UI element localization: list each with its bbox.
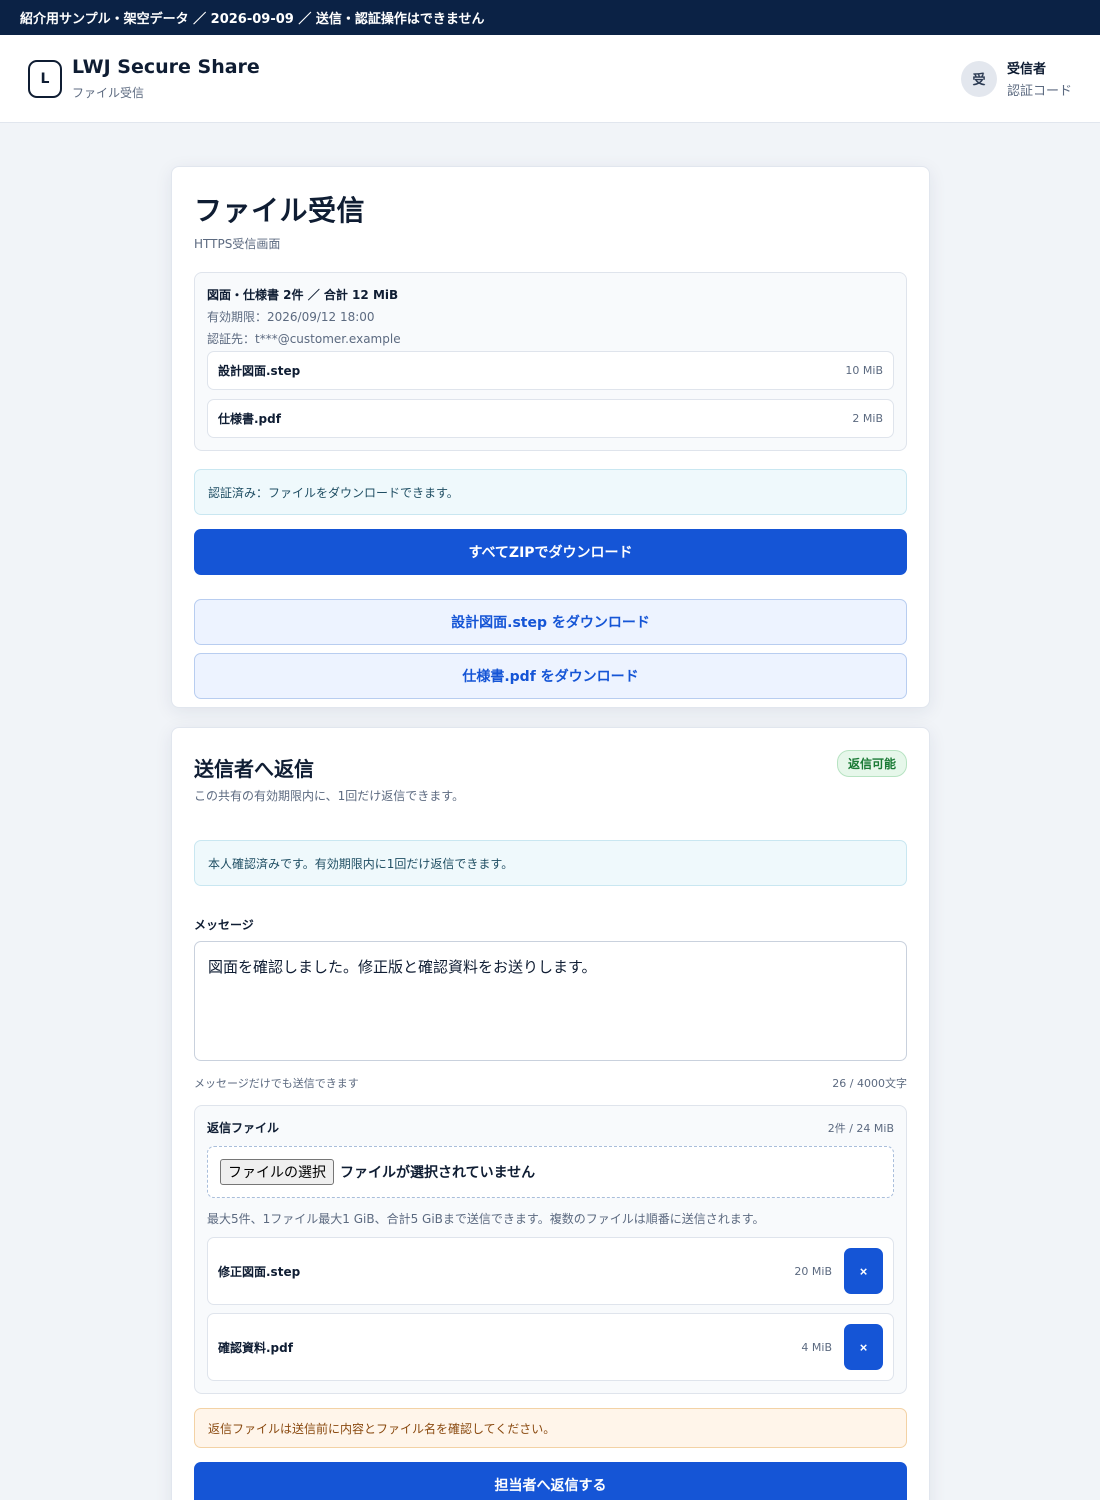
user-name: 受信者 bbox=[1006, 62, 1046, 77]
choose-file-button[interactable]: ファイルの選択 bbox=[220, 1159, 334, 1185]
share-expiry: 有効期限：2026/09/12 18:00 bbox=[207, 310, 375, 324]
file-picker[interactable]: ファイルの選択 ファイルが選択されていません bbox=[207, 1146, 894, 1198]
warning-text: 返信ファイルは送信前に内容とファイル名を確認してください。 bbox=[208, 1421, 556, 1436]
upload-limit-note: 最大5件、1ファイル最大1 GiB、合計5 GiBまで送信できます。複数のファイ… bbox=[207, 1212, 765, 1226]
auth-status-notice: 認証済み：ファイルをダウンロードできます。 bbox=[194, 469, 907, 515]
file-size: 20 MiB bbox=[794, 1264, 832, 1278]
message-hint-row: メッセージだけでも送信できます 26 / 4000文字 bbox=[194, 1075, 907, 1091]
char-count: 26 / 4000文字 bbox=[832, 1077, 907, 1090]
verified-notice: 本人確認済みです。有効期限内に1回だけ返信できます。 bbox=[194, 840, 907, 886]
demo-notice-text: 紹介用サンプル・架空データ ／ 2026-09-09 ／ 送信・認証操作はできま… bbox=[20, 12, 485, 27]
list-item: 修正図面.step 20 MiB × bbox=[207, 1237, 894, 1305]
message-label: メッセージ bbox=[194, 918, 254, 932]
brand[interactable]: L LWJ Secure Share ファイル受信 bbox=[28, 56, 260, 101]
file-size: 2 MiB bbox=[852, 412, 883, 425]
file-name: 仕様書.pdf bbox=[218, 412, 281, 426]
remove-file-button[interactable]: × bbox=[844, 1324, 883, 1370]
file-picker-status: ファイルが選択されていません bbox=[340, 1165, 536, 1181]
reply-title: 送信者へ返信 bbox=[194, 757, 314, 781]
close-icon: × bbox=[859, 1263, 868, 1279]
reply-subtitle: この共有の有効期限内に、1回だけ返信できます。 bbox=[194, 789, 465, 803]
list-item: 仕様書.pdf 2 MiB bbox=[207, 399, 894, 438]
reply-card: 送信者へ返信 この共有の有効期限内に、1回だけ返信できます。 返信可能 本人確認… bbox=[171, 727, 930, 1500]
page-title: ファイル受信 bbox=[194, 194, 366, 227]
reply-files-label: 返信ファイル bbox=[207, 1121, 280, 1135]
reply-files-header: 返信ファイル 2件 / 24 MiB bbox=[207, 1119, 894, 1136]
auth-status-text: 認証済み：ファイルをダウンロードできます。 bbox=[208, 485, 459, 500]
app-title: LWJ Secure Share bbox=[72, 56, 260, 78]
file-name: 確認資料.pdf bbox=[218, 1340, 293, 1355]
reply-files-count: 2件 / 24 MiB bbox=[827, 1121, 894, 1135]
status-badge: 返信可能 bbox=[836, 750, 907, 777]
close-icon: × bbox=[859, 1339, 868, 1355]
app-logo: L bbox=[28, 59, 62, 98]
download-file-button[interactable]: 仕様書.pdf をダウンロード bbox=[194, 653, 907, 699]
app-header: L LWJ Secure Share ファイル受信 受 受信者 認証コード bbox=[0, 35, 1100, 123]
share-summary: 図面・仕様書 2件 ／ 合計 12 MiB 有効期限：2026/09/12 18… bbox=[194, 272, 907, 451]
download-zip-button[interactable]: すべてZIPでダウンロード bbox=[194, 529, 907, 575]
message-field[interactable]: 図面を確認しました。修正版と確認資料をお送りします。 bbox=[194, 941, 907, 1061]
file-size: 10 MiB bbox=[845, 364, 883, 377]
remove-file-button[interactable]: × bbox=[844, 1248, 883, 1294]
warning-notice: 返信ファイルは送信前に内容とファイル名を確認してください。 bbox=[194, 1408, 907, 1448]
share-summary-title: 図面・仕様書 2件 ／ 合計 12 MiB bbox=[207, 288, 399, 302]
avatar: 受 bbox=[960, 60, 997, 97]
submit-reply-button[interactable]: 担当者へ返信する bbox=[194, 1462, 907, 1500]
receive-card: ファイル受信 HTTPS受信画面 図面・仕様書 2件 ／ 合計 12 MiB 有… bbox=[171, 166, 930, 708]
app-subtitle: ファイル受信 bbox=[72, 86, 145, 100]
share-recipient: 認証先：t***@customer.example bbox=[207, 332, 401, 346]
user-menu[interactable]: 受 受信者 認証コード bbox=[960, 58, 1072, 99]
file-name: 設計図面.step bbox=[218, 364, 301, 378]
verified-notice-text: 本人確認済みです。有効期限内に1回だけ返信できます。 bbox=[208, 856, 514, 871]
message-hint: メッセージだけでも送信できます bbox=[194, 1077, 359, 1090]
reply-files-section: 返信ファイル 2件 / 24 MiB ファイルの選択 ファイルが選択されていませ… bbox=[194, 1105, 907, 1394]
file-name: 修正図面.step bbox=[218, 1264, 301, 1279]
user-role: 認証コード bbox=[1006, 84, 1072, 99]
reply-header: 送信者へ返信 この共有の有効期限内に、1回だけ返信できます。 返信可能 bbox=[194, 750, 907, 804]
download-file-button[interactable]: 設計図面.step をダウンロード bbox=[194, 599, 907, 645]
list-item: 設計図面.step 10 MiB bbox=[207, 351, 894, 390]
page-subtitle: HTTPS受信画面 bbox=[194, 237, 281, 251]
demo-notice-bar: 紹介用サンプル・架空データ ／ 2026-09-09 ／ 送信・認証操作はできま… bbox=[0, 0, 1100, 35]
file-size: 4 MiB bbox=[801, 1340, 832, 1354]
list-item: 確認資料.pdf 4 MiB × bbox=[207, 1313, 894, 1381]
